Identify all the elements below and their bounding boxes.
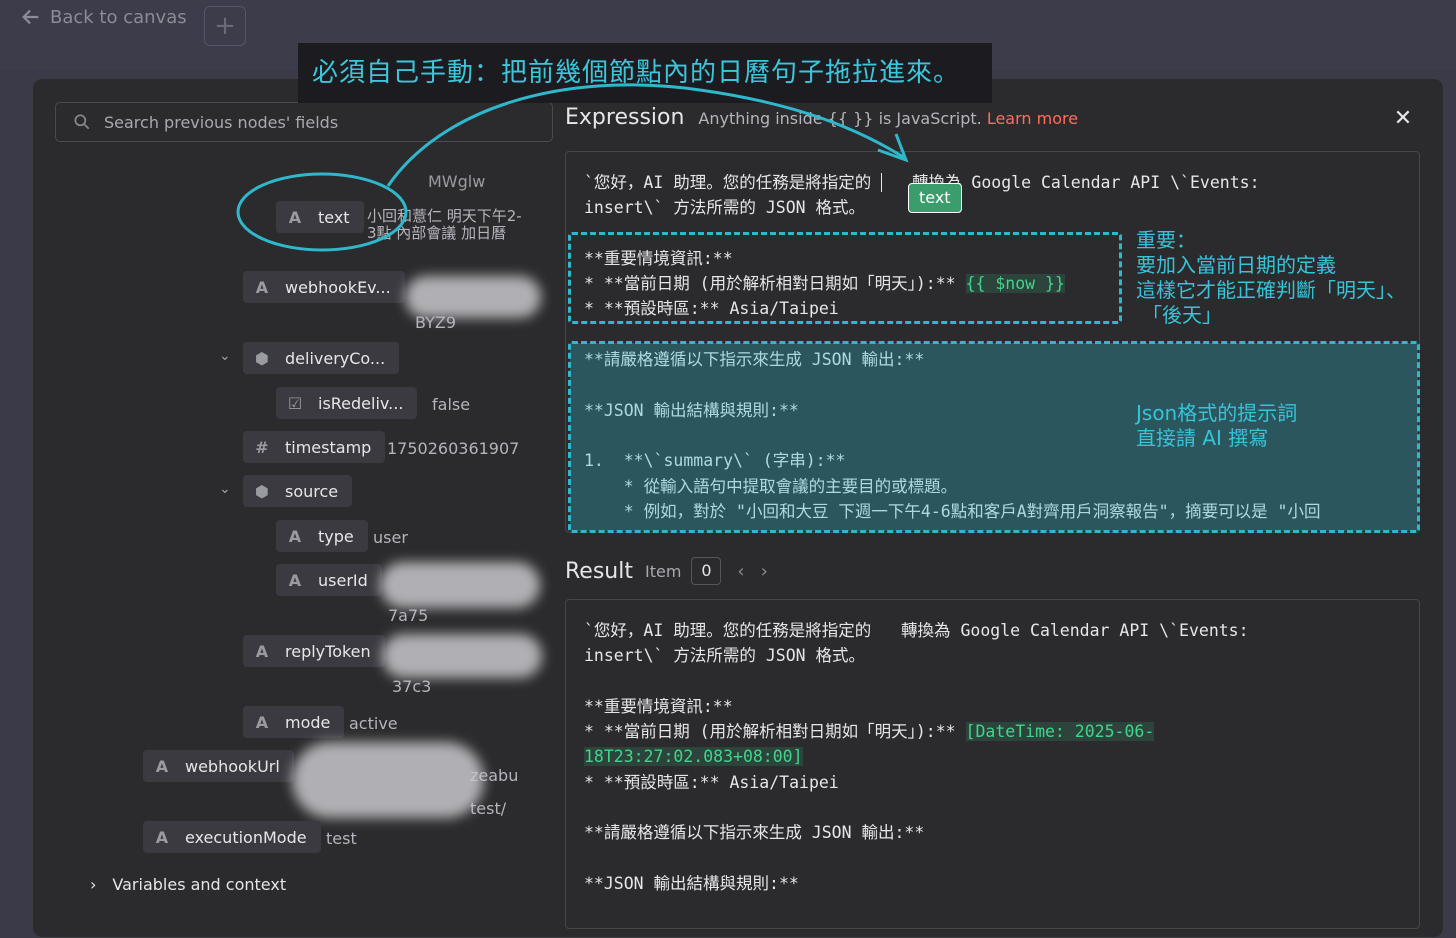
drag-arrow [386,83,906,187]
annotation-overlay [236,83,909,252]
highlight-circle [236,172,408,252]
